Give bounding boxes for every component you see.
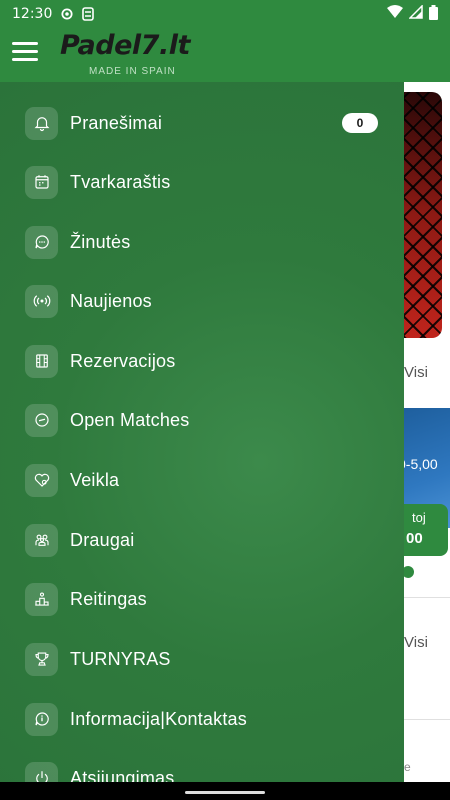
play-icon [25,403,58,437]
menu-label: Atsijungimas [70,767,175,783]
bottom-text: e [404,760,411,774]
broadcast-icon [25,284,58,318]
menu-label: Naujienos [70,290,152,311]
join-button[interactable]: toj 00 [404,504,448,556]
menu-item-activity[interactable]: Veikla [0,452,404,508]
menu-item-reservations[interactable]: Rezervacijos [0,333,404,389]
menu-label: Tvarkaraštis [70,171,171,192]
app-header: Padel7.lt MADE IN SPAIN [0,28,450,82]
chat-icon [25,225,58,259]
heart-icon [25,463,58,497]
menu-label: Rezervacijos [70,350,176,371]
background-content: Visi 0-5,00 toj 00 Visi e [404,82,450,782]
signal-icon [408,4,423,23]
menu-item-friends[interactable]: Draugai [0,512,404,568]
menu-item-news[interactable]: Naujienos [0,273,404,329]
menu-item-schedule[interactable]: Tvarkaraštis [0,154,404,210]
film-icon [25,344,58,378]
menu-item-tournament[interactable]: TURNYRAS [0,631,404,687]
match-time-range: 0-5,00 [404,456,438,472]
sync-icon [82,7,95,21]
see-all-link[interactable]: Visi [404,364,444,381]
see-all-link-2[interactable]: Visi [404,634,444,651]
notification-count-badge: 0 [342,113,378,133]
menu-label: Open Matches [70,409,190,430]
menu-item-ranking[interactable]: Reitingas [0,571,404,627]
wifi-icon [387,5,403,23]
system-navigation-bar [0,782,450,800]
join-button-top-text: toj [412,510,426,525]
menu-label: Žinutės [70,231,131,252]
info-chat-icon [25,702,58,736]
app-logo: Padel7.lt [60,30,190,61]
divider-2 [404,719,450,720]
menu-label: Reitingas [70,588,147,609]
navigation-drawer: Pranešimai 0 Tvarkaraštis Žinutės Naujie… [0,82,404,782]
menu-label: TURNYRAS [70,648,171,669]
menu-label: Pranešimai [70,112,163,133]
menu-label: Informacija|Kontaktas [70,708,247,729]
status-bar: 12:30 [0,0,450,28]
trophy-icon [25,642,58,676]
battery-icon [429,4,438,24]
menu-item-open-matches[interactable]: Open Matches [0,392,404,448]
status-time: 12:30 [12,6,53,22]
power-icon [25,761,58,782]
menu-item-info-contact[interactable]: Informacija|Kontaktas [0,691,404,747]
podium-icon [25,582,58,616]
menu-item-messages[interactable]: Žinutės [0,214,404,270]
menu-toggle-button[interactable] [12,42,38,64]
home-gesture-handle[interactable] [185,791,265,794]
settings-icon [60,7,74,21]
friends-icon [25,523,58,557]
menu-label: Veikla [70,469,120,490]
bell-icon [25,106,58,140]
menu-item-logout[interactable]: Atsijungimas [0,750,404,782]
calendar-icon [25,165,58,199]
court-net-image [404,92,442,338]
menu-item-notifications[interactable]: Pranešimai 0 [0,95,404,151]
join-button-price: 00 [406,530,423,547]
status-dot [404,566,414,578]
divider [404,597,450,598]
menu-label: Draugai [70,529,135,550]
app-tagline: MADE IN SPAIN [89,66,176,77]
